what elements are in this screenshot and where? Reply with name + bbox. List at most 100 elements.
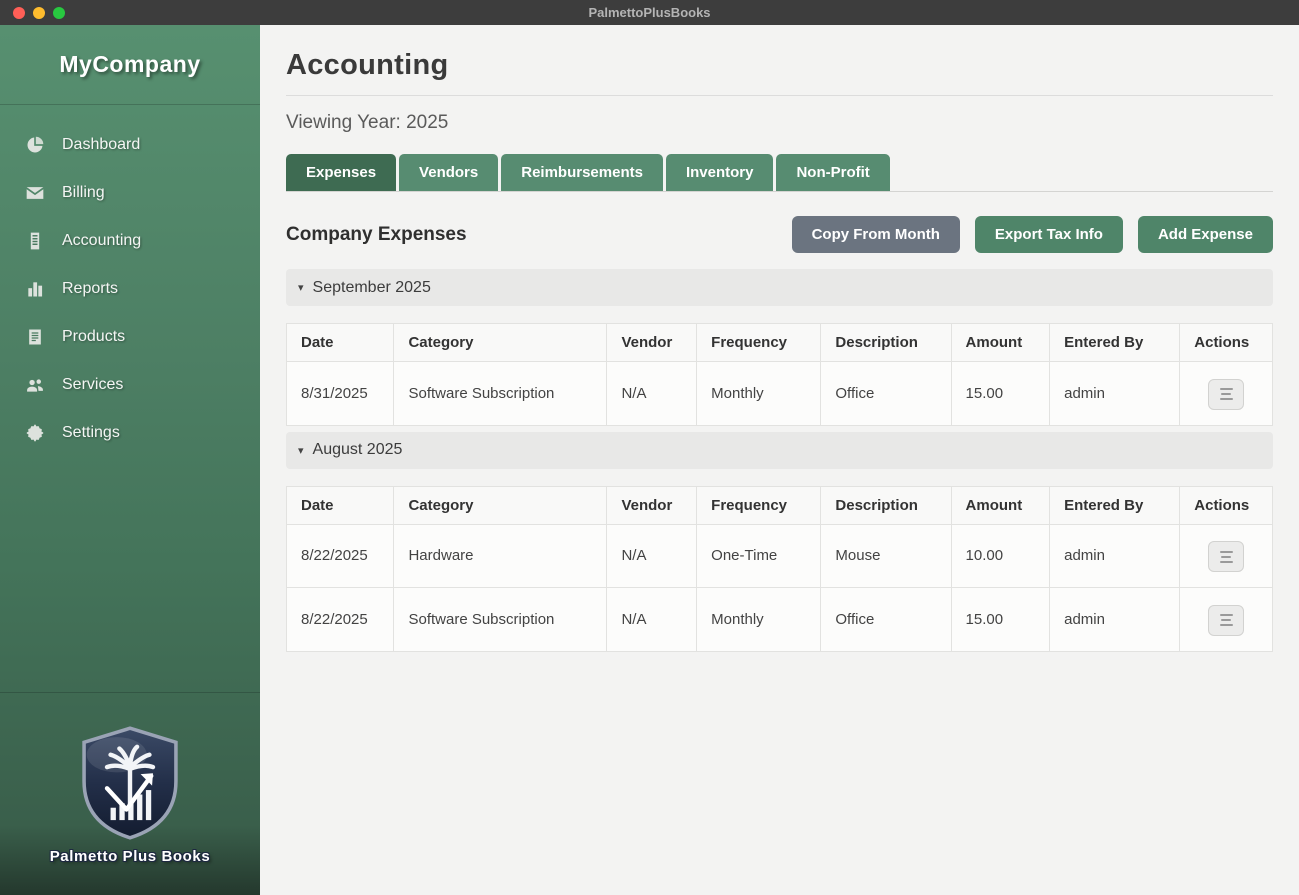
sidebar-item-accounting[interactable]: Accounting [0,217,260,265]
tab-vendors[interactable]: Vendors [399,154,498,191]
expenses-table: DateCategoryVendorFrequencyDescriptionAm… [286,323,1273,426]
copy-from-month-button[interactable]: Copy From Month [792,216,960,253]
sidebar: MyCompany Dashboard Billing Accounting Repo… [0,25,260,895]
sidebar-item-label: Dashboard [62,136,140,154]
palmetto-shield-logo [77,724,183,842]
expense-cell: 8/22/2025 [287,524,394,588]
tab-inventory[interactable]: Inventory [666,154,774,191]
expense-cell: 15.00 [951,588,1050,652]
sidebar-logo: Palmetto Plus Books [0,693,260,895]
expense-row: 8/31/2025Software SubscriptionN/AMonthly… [287,362,1273,426]
list-icon [24,326,46,348]
column-header-amount: Amount [951,324,1050,362]
column-header-actions: Actions [1180,486,1273,524]
month-group-label: September 2025 [313,279,431,297]
pie-chart-icon [24,134,46,156]
actions-cell [1180,524,1273,588]
expense-cell: admin [1050,362,1180,426]
main-content: Accounting Viewing Year: 2025 ExpensesVe… [260,25,1299,895]
people-icon [24,374,46,396]
viewing-year-label: Viewing Year: 2025 [286,112,1273,134]
tab-reimbursements[interactable]: Reimbursements [501,154,663,191]
add-expense-button[interactable]: Add Expense [1138,216,1273,253]
expense-row: 8/22/2025HardwareN/AOne-TimeMouse10.00ad… [287,524,1273,588]
section-title: Company Expenses [286,224,467,246]
expense-cell: admin [1050,588,1180,652]
window-title: PalmettoPlusBooks [0,5,1299,20]
row-actions-menu-button[interactable] [1208,379,1244,410]
sidebar-item-label: Services [62,376,123,394]
column-header-date: Date [287,324,394,362]
titlebar: PalmettoPlusBooks [0,0,1299,25]
app-window: PalmettoPlusBooks MyCompany Dashboard Bil… [0,0,1299,895]
sidebar-item-label: Reports [62,280,118,298]
column-header-description: Description [821,324,951,362]
menu-icon [1220,388,1233,390]
column-header-actions: Actions [1180,324,1273,362]
expense-cell: N/A [607,362,697,426]
sidebar-item-label: Billing [62,184,105,202]
ledger-icon [24,230,46,252]
expense-cell: Mouse [821,524,951,588]
collapse-caret-icon: ▾ [298,444,304,457]
row-actions-menu-button[interactable] [1208,541,1244,572]
tab-bar: ExpensesVendorsReimbursementsInventoryNo… [286,154,1273,192]
expense-cell: Hardware [394,524,607,588]
column-header-vendor: Vendor [607,324,697,362]
month-group-label: August 2025 [313,441,403,459]
column-header-frequency: Frequency [697,486,821,524]
company-name: MyCompany [59,51,200,78]
sidebar-item-billing[interactable]: Billing [0,169,260,217]
collapse-caret-icon: ▾ [298,281,304,294]
expense-cell: Monthly [697,362,821,426]
expense-cell: 10.00 [951,524,1050,588]
tab-non-profit[interactable]: Non-Profit [776,154,889,191]
sidebar-item-products[interactable]: Products [0,313,260,361]
actions-cell [1180,362,1273,426]
expense-cell: N/A [607,524,697,588]
sidebar-item-label: Products [62,328,125,346]
column-header-vendor: Vendor [607,486,697,524]
sidebar-item-services[interactable]: Services [0,361,260,409]
expense-cell: Monthly [697,588,821,652]
sidebar-nav: Dashboard Billing Accounting Reports Product… [0,105,260,693]
expenses-table: DateCategoryVendorFrequencyDescriptionAm… [286,486,1273,652]
expense-cell: admin [1050,524,1180,588]
column-header-category: Category [394,486,607,524]
page-title: Accounting [286,49,1273,82]
column-header-amount: Amount [951,486,1050,524]
expense-cell: One-Time [697,524,821,588]
expense-cell: Office [821,588,951,652]
tab-expenses[interactable]: Expenses [286,154,396,191]
month-group-header[interactable]: ▾ August 2025 [286,432,1273,469]
sidebar-header: MyCompany [0,25,260,105]
column-header-frequency: Frequency [697,324,821,362]
menu-icon [1220,551,1233,553]
expense-groups: ▾September 2025DateCategoryVendorFrequen… [286,269,1273,652]
month-group-header[interactable]: ▾ September 2025 [286,269,1273,306]
expense-cell: Software Subscription [394,362,607,426]
column-header-category: Category [394,324,607,362]
action-buttons: Copy From Month Export Tax Info Add Expe… [792,216,1273,253]
export-tax-info-button[interactable]: Export Tax Info [975,216,1123,253]
gear-icon [24,422,46,444]
sidebar-item-dashboard[interactable]: Dashboard [0,121,260,169]
app-body: MyCompany Dashboard Billing Accounting Repo… [0,25,1299,895]
sidebar-item-label: Settings [62,424,120,442]
expense-cell: N/A [607,588,697,652]
expense-cell: 8/31/2025 [287,362,394,426]
bar-chart-icon [24,278,46,300]
sidebar-item-settings[interactable]: Settings [0,409,260,457]
column-header-entered-by: Entered By [1050,324,1180,362]
sidebar-item-label: Accounting [62,232,141,250]
expense-cell: Office [821,362,951,426]
section-header-row: Company Expenses Copy From Month Export … [286,216,1273,253]
column-header-entered-by: Entered By [1050,486,1180,524]
logo-text: Palmetto Plus Books [50,848,211,865]
column-header-description: Description [821,486,951,524]
expense-cell: 8/22/2025 [287,588,394,652]
row-actions-menu-button[interactable] [1208,605,1244,636]
title-divider [286,95,1273,96]
sidebar-item-reports[interactable]: Reports [0,265,260,313]
actions-cell [1180,588,1273,652]
